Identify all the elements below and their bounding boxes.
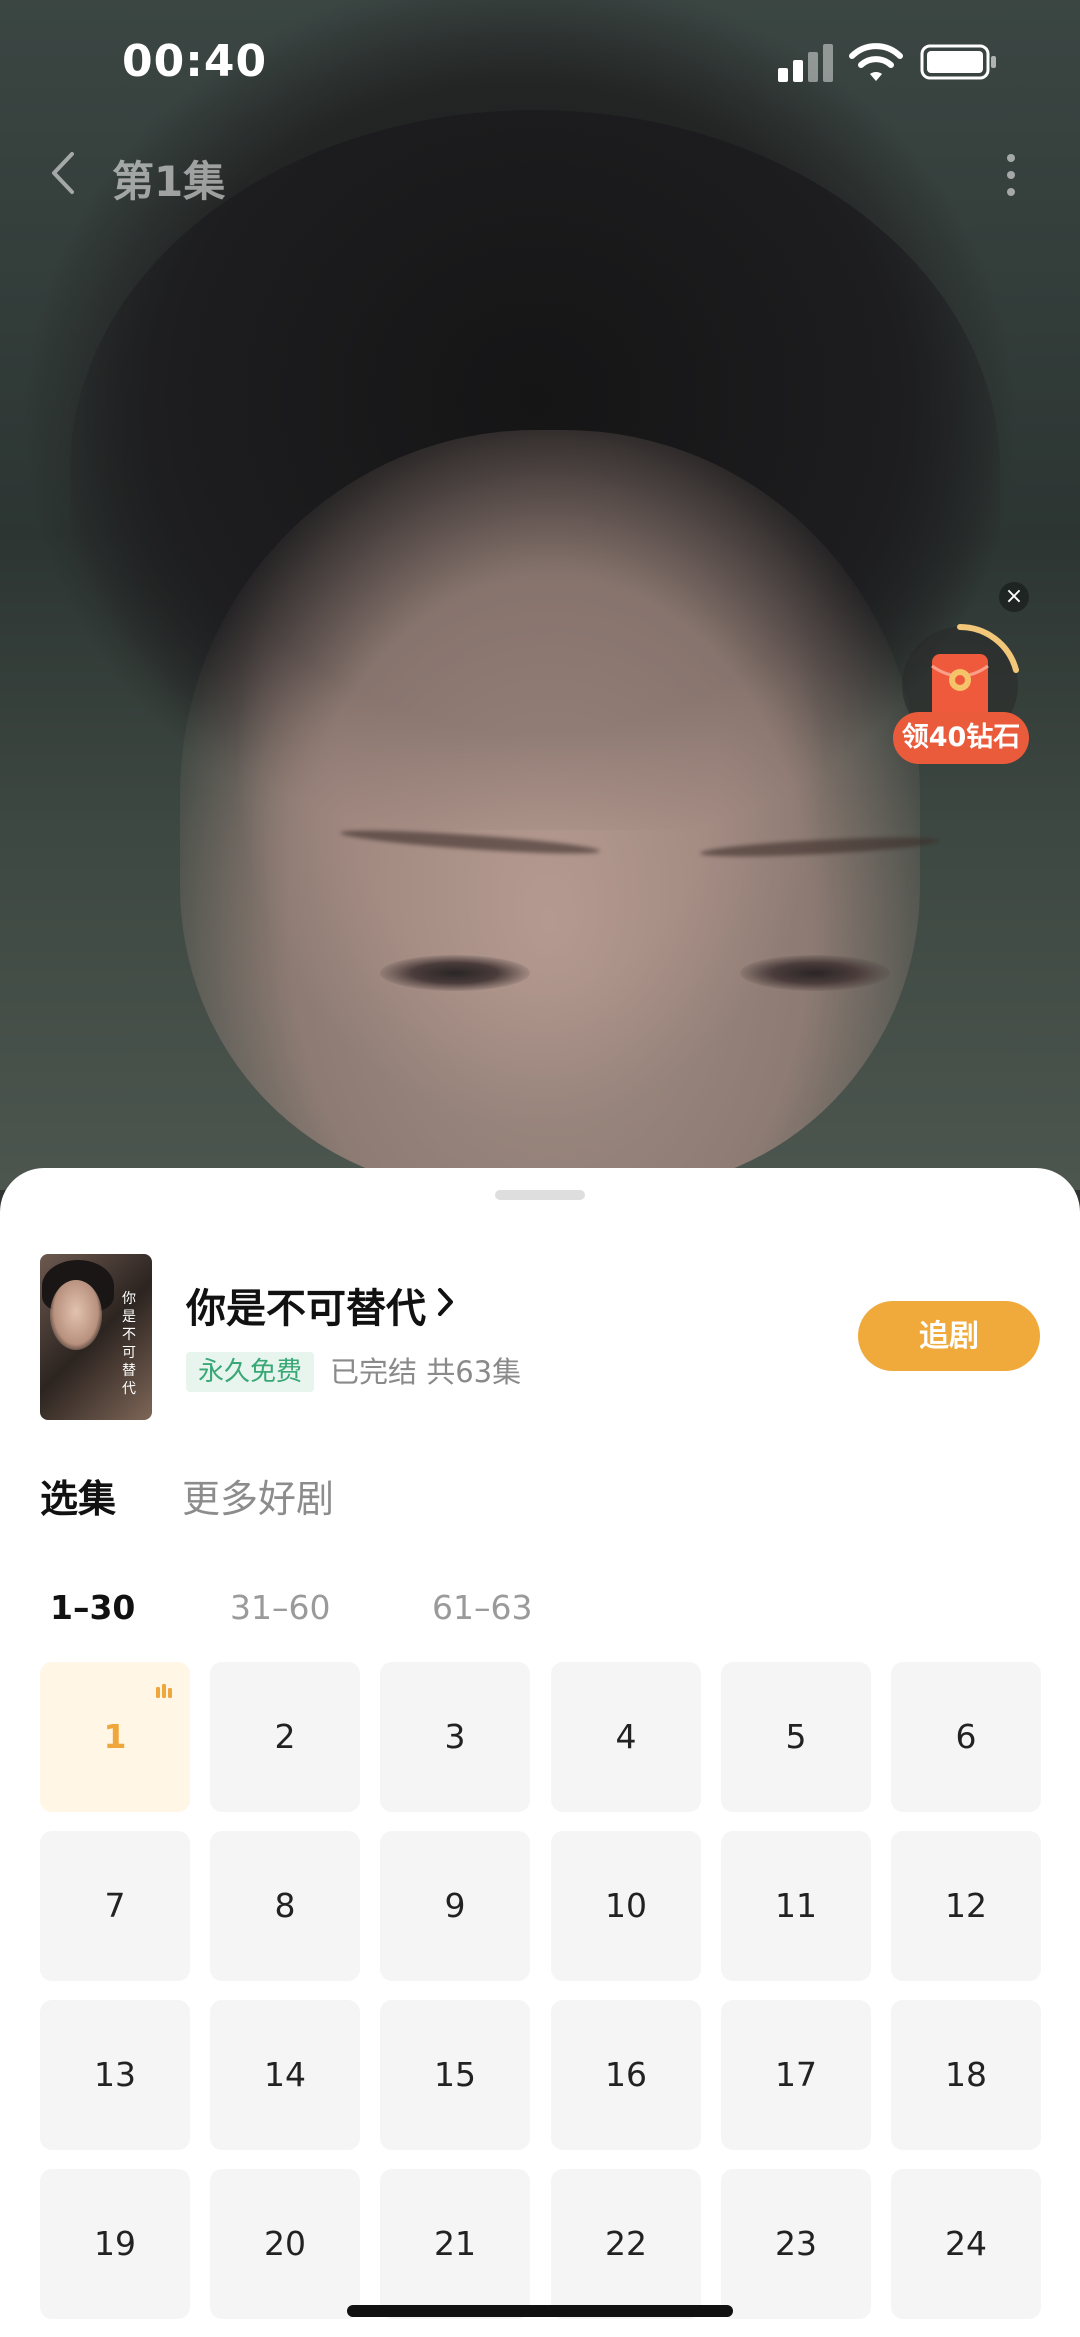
episode-number: 21 xyxy=(434,2224,476,2263)
episode-number: 9 xyxy=(444,1886,466,1925)
follow-button[interactable]: 追剧 xyxy=(858,1301,1040,1371)
episode-number: 18 xyxy=(945,2055,987,2094)
drama-status: 已完结 共63集 xyxy=(330,1355,522,1389)
episode-item[interactable]: 4 xyxy=(551,1662,701,1812)
video-frame-face xyxy=(180,430,920,1190)
range-61-63[interactable]: 61–63 xyxy=(432,1588,532,1627)
episode-item[interactable]: 1 xyxy=(40,1662,190,1812)
episode-item[interactable]: 15 xyxy=(380,2000,530,2150)
episode-number: 10 xyxy=(605,1886,647,1925)
episode-number: 3 xyxy=(444,1717,466,1756)
episode-number: 6 xyxy=(955,1717,977,1756)
episode-number: 23 xyxy=(775,2224,817,2263)
drama-poster[interactable]: 你是不可替代 xyxy=(40,1254,152,1420)
episode-item[interactable]: 6 xyxy=(891,1662,1041,1812)
episode-sheet: 你是不可替代 你是不可替代 永久免费 已完结 共63集 追剧 选集 更多好剧 1… xyxy=(0,1168,1080,2337)
back-arrow-icon[interactable] xyxy=(46,148,80,198)
video-frame-eye-left xyxy=(380,955,530,991)
episode-item[interactable]: 14 xyxy=(210,2000,360,2150)
episode-number: 7 xyxy=(104,1886,126,1925)
episode-number: 4 xyxy=(615,1717,637,1756)
episode-item[interactable]: 12 xyxy=(891,1831,1041,1981)
episode-item[interactable]: 21 xyxy=(380,2169,530,2319)
wifi-icon xyxy=(849,43,903,81)
episode-item[interactable]: 7 xyxy=(40,1831,190,1981)
episode-item[interactable]: 3 xyxy=(380,1662,530,1812)
poster-figure-face xyxy=(50,1280,102,1350)
episode-title: 第1集 xyxy=(112,157,226,206)
episode-item[interactable]: 11 xyxy=(721,1831,871,1981)
episode-item[interactable]: 8 xyxy=(210,1831,360,1981)
video-frame-eye-right xyxy=(740,955,890,991)
episode-item[interactable]: 10 xyxy=(551,1831,701,1981)
episode-number: 19 xyxy=(94,2224,136,2263)
episode-item[interactable]: 13 xyxy=(40,2000,190,2150)
home-indicator[interactable] xyxy=(347,2305,733,2317)
status-bar: 00:40 xyxy=(0,0,1080,130)
more-options-icon[interactable] xyxy=(996,150,1026,200)
episode-item[interactable]: 5 xyxy=(721,1662,871,1812)
reward-badge[interactable]: 领40钻石 xyxy=(893,712,1029,764)
range-1-30[interactable]: 1–30 xyxy=(50,1588,135,1627)
episode-item[interactable]: 24 xyxy=(891,2169,1041,2319)
episode-number: 14 xyxy=(264,2055,306,2094)
episode-number: 22 xyxy=(605,2224,647,2263)
episode-item[interactable]: 23 xyxy=(721,2169,871,2319)
sheet-drag-handle[interactable] xyxy=(495,1190,585,1200)
episode-number: 1 xyxy=(103,1717,127,1756)
now-playing-icon xyxy=(156,1684,172,1698)
poster-title-text: 你是不可替代 xyxy=(122,1291,136,1397)
tab-more-dramas[interactable]: 更多好剧 xyxy=(182,1468,334,1523)
episode-number: 20 xyxy=(264,2224,306,2263)
episode-number: 12 xyxy=(945,1886,987,1925)
episode-item[interactable]: 19 xyxy=(40,2169,190,2319)
drama-title[interactable]: 你是不可替代 xyxy=(186,1276,426,1334)
range-31-60[interactable]: 31–60 xyxy=(230,1588,330,1627)
battery-icon xyxy=(920,44,996,80)
episode-number: 5 xyxy=(785,1717,807,1756)
episode-number: 11 xyxy=(775,1886,817,1925)
episode-number: 15 xyxy=(434,2055,476,2094)
episode-item[interactable]: 20 xyxy=(210,2169,360,2319)
episode-number: 17 xyxy=(775,2055,817,2094)
episode-number: 24 xyxy=(945,2224,987,2263)
episode-number: 8 xyxy=(274,1886,296,1925)
tab-episodes[interactable]: 选集 xyxy=(40,1468,116,1523)
episode-item[interactable]: 17 xyxy=(721,2000,871,2150)
episode-item[interactable]: 9 xyxy=(380,1831,530,1981)
episode-number: 13 xyxy=(94,2055,136,2094)
episode-item[interactable]: 16 xyxy=(551,2000,701,2150)
cellular-signal-icon xyxy=(778,44,833,82)
episode-item[interactable]: 2 xyxy=(210,1662,360,1812)
reward-close-button[interactable]: × xyxy=(999,582,1029,612)
chevron-right-icon[interactable] xyxy=(436,1284,456,1320)
status-time: 00:40 xyxy=(122,36,268,87)
episode-number: 2 xyxy=(274,1717,296,1756)
episode-item[interactable]: 22 xyxy=(551,2169,701,2319)
episode-number: 16 xyxy=(605,2055,647,2094)
episode-item[interactable]: 18 xyxy=(891,2000,1041,2150)
free-tag: 永久免费 xyxy=(186,1352,315,1392)
